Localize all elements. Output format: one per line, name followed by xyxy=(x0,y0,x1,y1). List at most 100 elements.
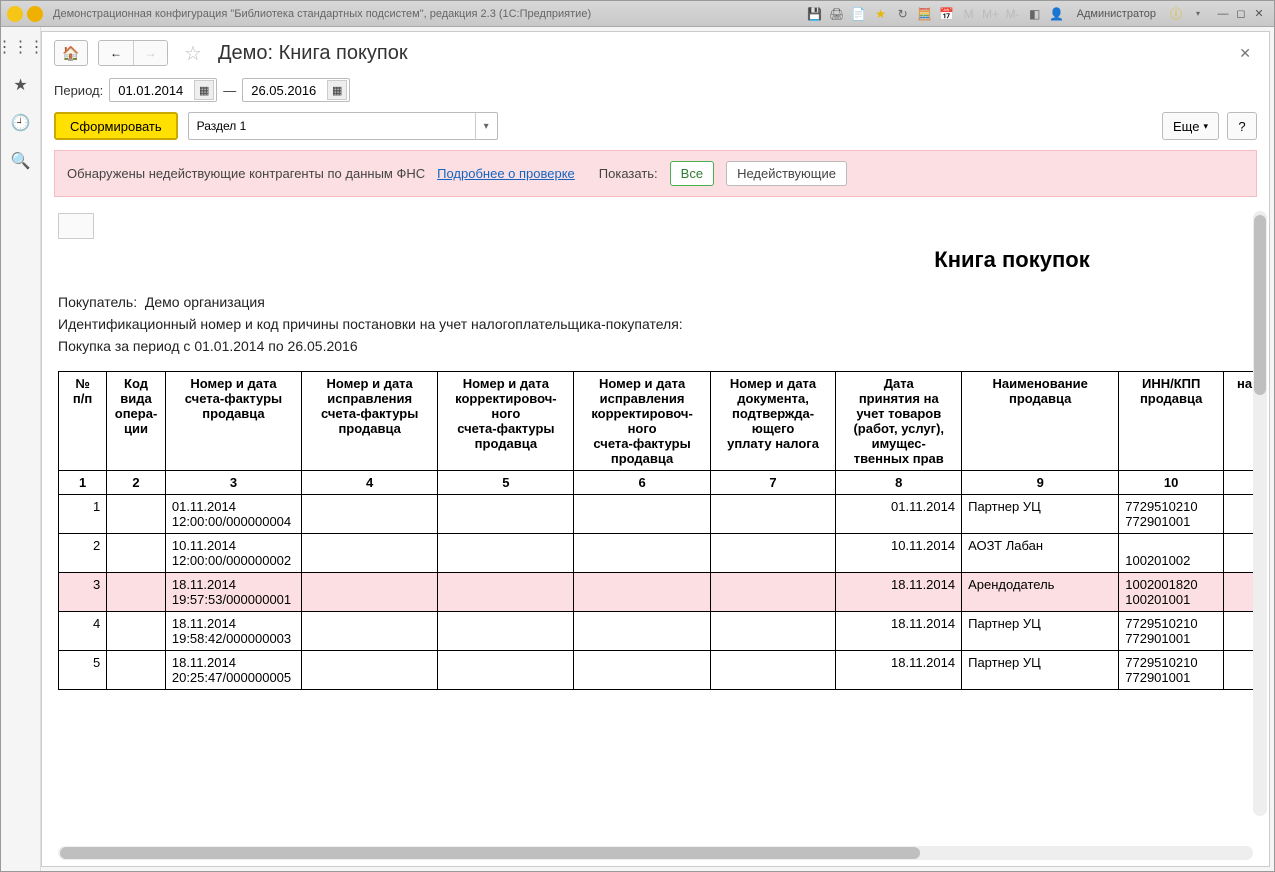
calc-icon[interactable]: 🧮 xyxy=(917,6,933,22)
home-button[interactable]: 🏠 xyxy=(54,40,88,66)
table-cell xyxy=(710,534,836,573)
th-inn: ИНН/КПП продавца xyxy=(1119,372,1224,471)
date-from-input[interactable] xyxy=(116,82,192,99)
th-date-accept: Дата принятия на учет товаров (работ, ус… xyxy=(836,372,962,471)
minimize-button[interactable]: — xyxy=(1214,6,1232,22)
table-cell: 10.11.2014 xyxy=(836,534,962,573)
table-cell xyxy=(438,612,574,651)
user-label[interactable]: Администратор xyxy=(1077,8,1156,20)
chevron-down-icon[interactable]: ▾ xyxy=(475,113,497,139)
generate-button[interactable]: Сформировать xyxy=(54,112,178,140)
th-corr2-sf: Номер и дата корректировоч- ного счета-ф… xyxy=(438,372,574,471)
app-icon xyxy=(7,6,23,22)
calendar-icon[interactable]: 📅 xyxy=(939,6,955,22)
report-table: № п/п Код вида опера- ции Номер и дата с… xyxy=(58,371,1266,690)
filter-invalid-button[interactable]: Недействующие xyxy=(726,161,847,186)
table-row[interactable]: 210.11.2014 12:00:00/00000000210.11.2014… xyxy=(59,534,1266,573)
maximize-button[interactable]: ◻ xyxy=(1232,6,1250,22)
m-minus-icon[interactable]: M- xyxy=(1005,6,1021,22)
table-row[interactable]: 418.11.2014 19:58:42/00000000318.11.2014… xyxy=(59,612,1266,651)
table-cell xyxy=(710,651,836,690)
table-cell: 10.11.2014 12:00:00/000000002 xyxy=(165,534,301,573)
doc-icon[interactable]: 📄 xyxy=(851,6,867,22)
table-cell: 18.11.2014 xyxy=(836,651,962,690)
colnum-cell: 3 xyxy=(165,471,301,495)
warning-details-link[interactable]: Подробнее о проверке xyxy=(437,166,575,181)
close-tab-button[interactable]: ✕ xyxy=(1233,45,1257,62)
table-row[interactable]: 101.11.2014 12:00:00/00000000401.11.2014… xyxy=(59,495,1266,534)
app-window: Демонстрационная конфигурация "Библиотек… xyxy=(0,0,1275,872)
history-icon[interactable]: 🕘 xyxy=(11,113,31,133)
m-icon[interactable]: M xyxy=(961,6,977,22)
m-plus-icon[interactable]: M+ xyxy=(983,6,999,22)
table-cell xyxy=(574,534,710,573)
titlebar-text: Демонстрационная конфигурация "Библиотек… xyxy=(53,8,591,20)
star-icon[interactable]: ★ xyxy=(873,6,889,22)
date-to-field[interactable]: ▦ xyxy=(242,78,350,102)
calendar-to-icon[interactable]: ▦ xyxy=(327,80,347,100)
refresh-icon[interactable]: ↻ xyxy=(895,6,911,22)
table-cell: 1002001820 100201001 xyxy=(1119,573,1224,612)
report-area[interactable]: Книга покупок Покупатель: Демо организац… xyxy=(42,203,1269,846)
th-sf: Номер и дата счета-фактуры продавца xyxy=(165,372,301,471)
more-button[interactable]: Еще ▾ xyxy=(1162,112,1219,140)
info-dropdown-icon[interactable]: ▾ xyxy=(1190,6,1206,22)
table-row[interactable]: 518.11.2014 20:25:47/00000000518.11.2014… xyxy=(59,651,1266,690)
colnum-cell: 4 xyxy=(302,471,438,495)
table-cell xyxy=(710,495,836,534)
action-row: Сформировать Раздел 1 ▾ Еще ▾ ? xyxy=(42,112,1269,150)
table-cell xyxy=(302,495,438,534)
filter-all-button[interactable]: Все xyxy=(670,161,714,186)
nav-back-forward: ← → xyxy=(98,40,168,66)
table-row[interactable]: 318.11.2014 19:57:53/00000000118.11.2014… xyxy=(59,573,1266,612)
chevron-down-icon: ▾ xyxy=(1203,121,1208,132)
table-cell xyxy=(107,534,166,573)
table-cell xyxy=(574,573,710,612)
sheet-corner-cell[interactable] xyxy=(58,213,94,239)
save-icon[interactable]: 💾 xyxy=(807,6,823,22)
th-corr-sf: Номер и дата исправления счета-фактуры п… xyxy=(302,372,438,471)
date-to-input[interactable] xyxy=(249,82,325,99)
dropdown-icon[interactable] xyxy=(27,6,43,22)
apps-icon[interactable]: ⋮⋮⋮ xyxy=(11,37,31,57)
taxpayer-id-line: Идентификационный номер и код причины по… xyxy=(58,316,683,332)
search-icon[interactable]: 🔍 xyxy=(11,151,31,171)
forward-button[interactable]: → xyxy=(133,41,167,65)
titlebar: Демонстрационная конфигурация "Библиотек… xyxy=(1,1,1274,27)
table-cell: АОЗТ Лабан xyxy=(962,534,1119,573)
vertical-scroll-thumb[interactable] xyxy=(1254,215,1266,395)
panel-icon[interactable]: ◧ xyxy=(1027,6,1043,22)
back-button[interactable]: ← xyxy=(99,41,133,65)
more-button-label: Еще xyxy=(1173,119,1199,134)
table-cell xyxy=(710,573,836,612)
favorites-icon[interactable]: ★ xyxy=(11,75,31,95)
report-title: Книга покупок xyxy=(758,247,1266,273)
th-taxdoc: Номер и дата документа, подтвержда- ющег… xyxy=(710,372,836,471)
table-cell: 1 xyxy=(59,495,107,534)
horizontal-scrollbar[interactable] xyxy=(58,846,1253,860)
info-icon[interactable]: ⓘ xyxy=(1168,6,1184,22)
calendar-from-icon[interactable]: ▦ xyxy=(194,80,214,100)
table-cell: 18.11.2014 19:57:53/000000001 xyxy=(165,573,301,612)
favorite-toggle-icon[interactable]: ☆ xyxy=(184,41,202,66)
vertical-scrollbar[interactable] xyxy=(1253,211,1267,816)
table-cell: 18.11.2014 xyxy=(836,573,962,612)
table-colnum-row: 12345678910 xyxy=(59,471,1266,495)
period-row: Период: ▦ — ▦ xyxy=(42,74,1269,112)
colnum-cell: 8 xyxy=(836,471,962,495)
period-label: Период: xyxy=(54,83,103,98)
table-cell xyxy=(107,573,166,612)
nav-row: 🏠 ← → ☆ Демо: Книга покупок ✕ xyxy=(42,32,1269,74)
period-dash: — xyxy=(223,83,236,98)
table-cell xyxy=(107,651,166,690)
show-label: Показать: xyxy=(599,166,658,181)
table-cell xyxy=(574,612,710,651)
main-panel: 🏠 ← → ☆ Демо: Книга покупок ✕ Период: ▦ … xyxy=(41,31,1270,867)
warning-text: Обнаружены недействующие контрагенты по … xyxy=(67,166,425,181)
date-from-field[interactable]: ▦ xyxy=(109,78,217,102)
section-select[interactable]: Раздел 1 ▾ xyxy=(188,112,498,140)
close-button[interactable]: ✕ xyxy=(1250,6,1268,22)
horizontal-scroll-thumb[interactable] xyxy=(60,847,920,859)
print-icon[interactable]: 🖨 xyxy=(829,6,845,22)
help-button[interactable]: ? xyxy=(1227,112,1257,140)
